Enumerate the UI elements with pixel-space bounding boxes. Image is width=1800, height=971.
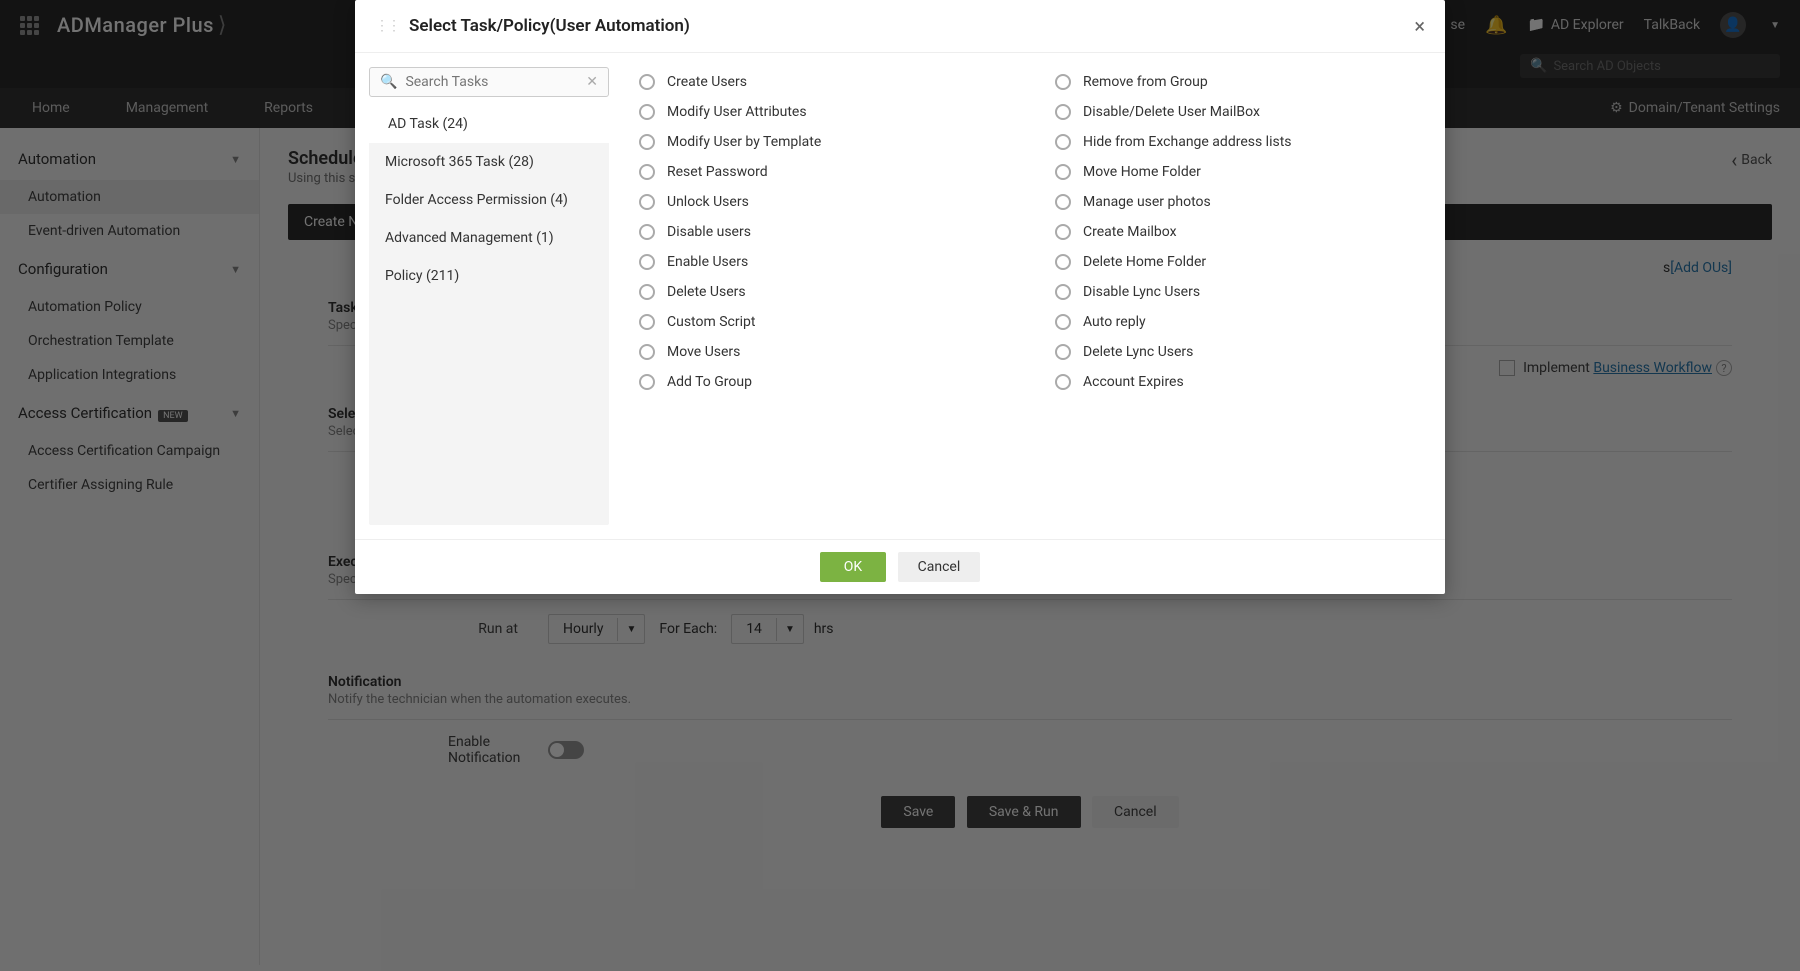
task-create-users[interactable]: Create Users: [639, 67, 1015, 97]
task-disable-users[interactable]: Disable users: [639, 217, 1015, 247]
task-reset-password[interactable]: Reset Password: [639, 157, 1015, 187]
radio-icon: [639, 254, 655, 270]
search-icon: 🔍: [380, 74, 397, 90]
task-search[interactable]: 🔍 ✕: [369, 67, 609, 97]
radio-icon: [639, 344, 655, 360]
radio-icon: [1055, 314, 1071, 330]
task-enable-users[interactable]: Enable Users: [639, 247, 1015, 277]
task-create-mailbox[interactable]: Create Mailbox: [1055, 217, 1431, 247]
task-delete-lync[interactable]: Delete Lync Users: [1055, 337, 1431, 367]
task-unlock-users[interactable]: Unlock Users: [639, 187, 1015, 217]
radio-icon: [639, 224, 655, 240]
radio-icon: [1055, 254, 1071, 270]
radio-icon: [1055, 344, 1071, 360]
category-policy[interactable]: Policy (211): [369, 257, 609, 295]
task-auto-reply[interactable]: Auto reply: [1055, 307, 1431, 337]
radio-icon: [639, 314, 655, 330]
task-manage-photos[interactable]: Manage user photos: [1055, 187, 1431, 217]
task-search-input[interactable]: [405, 74, 586, 90]
task-hide-exchange[interactable]: Hide from Exchange address lists: [1055, 127, 1431, 157]
task-disable-delete-mailbox[interactable]: Disable/Delete User MailBox: [1055, 97, 1431, 127]
modal-close-button[interactable]: ×: [1414, 14, 1425, 38]
radio-icon: [639, 104, 655, 120]
task-delete-users[interactable]: Delete Users: [639, 277, 1015, 307]
radio-icon: [1055, 224, 1071, 240]
radio-icon: [639, 194, 655, 210]
radio-icon: [1055, 134, 1071, 150]
radio-icon: [639, 74, 655, 90]
radio-icon: [1055, 74, 1071, 90]
task-disable-lync[interactable]: Disable Lync Users: [1055, 277, 1431, 307]
radio-icon: [1055, 284, 1071, 300]
modal-ok-button[interactable]: OK: [820, 552, 886, 582]
modal-cancel-button[interactable]: Cancel: [898, 552, 981, 582]
radio-icon: [639, 284, 655, 300]
category-list: AD Task (24) Microsoft 365 Task (28) Fol…: [369, 105, 609, 525]
task-account-expires[interactable]: Account Expires: [1055, 367, 1431, 397]
task-remove-from-group[interactable]: Remove from Group: [1055, 67, 1431, 97]
task-list: Create Users Modify User Attributes Modi…: [609, 67, 1431, 507]
category-advanced-mgmt[interactable]: Advanced Management (1): [369, 219, 609, 257]
radio-icon: [1055, 194, 1071, 210]
radio-icon: [1055, 164, 1071, 180]
clear-search-icon[interactable]: ✕: [586, 74, 598, 90]
category-m365-task[interactable]: Microsoft 365 Task (28): [369, 143, 609, 181]
modal-title: Select Task/Policy(User Automation): [409, 16, 690, 36]
radio-icon: [1055, 374, 1071, 390]
task-modify-attributes[interactable]: Modify User Attributes: [639, 97, 1015, 127]
radio-icon: [1055, 104, 1071, 120]
task-move-home-folder[interactable]: Move Home Folder: [1055, 157, 1431, 187]
task-custom-script[interactable]: Custom Script: [639, 307, 1015, 337]
select-task-modal: ⋮⋮ Select Task/Policy(User Automation) ×…: [355, 0, 1445, 594]
task-delete-home-folder[interactable]: Delete Home Folder: [1055, 247, 1431, 277]
category-ad-task[interactable]: AD Task (24): [369, 105, 609, 143]
task-move-users[interactable]: Move Users: [639, 337, 1015, 367]
task-add-to-group[interactable]: Add To Group: [639, 367, 1015, 397]
radio-icon: [639, 134, 655, 150]
task-modify-by-template[interactable]: Modify User by Template: [639, 127, 1015, 157]
radio-icon: [639, 374, 655, 390]
radio-icon: [639, 164, 655, 180]
drag-handle-icon[interactable]: ⋮⋮: [375, 18, 399, 34]
category-folder-access[interactable]: Folder Access Permission (4): [369, 181, 609, 219]
